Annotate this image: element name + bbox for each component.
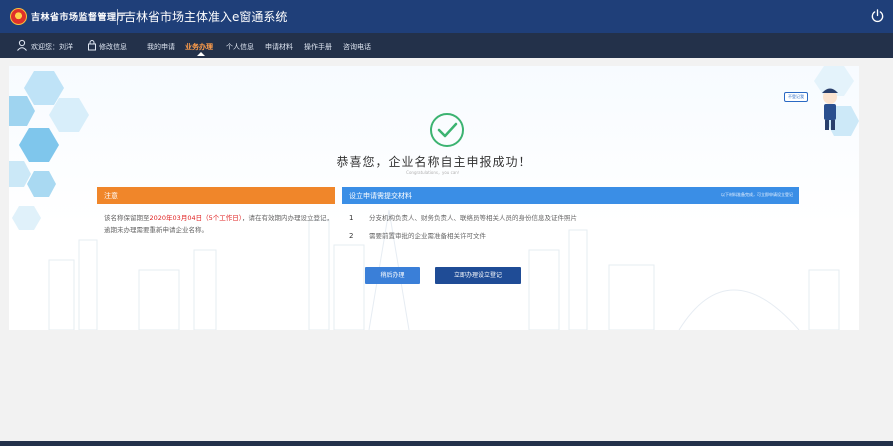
emblem-icon xyxy=(10,8,27,25)
list-item-text: 需要前置审批的企业需准备相关许可文件 xyxy=(369,232,486,240)
materials-heading-text: 设立申请需提交材料 xyxy=(349,192,412,200)
notice-text-before: 该名称保留期至 xyxy=(104,214,150,222)
mascot-tag: 不登记我 xyxy=(784,92,808,102)
list-item: 1 分支机构负责人、财务负责人、联络员等相关人员的身份信息及证件照片 xyxy=(349,212,577,222)
nav-materials[interactable]: 申请材料 xyxy=(265,42,293,52)
system-title: 吉林省市场主体准入e窗通系统 xyxy=(124,10,288,24)
nav-bar: 欢迎您：刘洋 修改信息 我的申请 业务办理 个人信息 申请材料 操作手册 咨询电… xyxy=(0,33,893,58)
nav-active-indicator xyxy=(197,52,205,56)
register-now-button[interactable]: 立即办理设立登记 xyxy=(435,267,521,284)
list-item: 2 需要前置审批的企业需准备相关许可文件 xyxy=(349,230,486,240)
result-card: 恭喜您，企业名称自主申报成功！ Congratulations，you can！… xyxy=(9,66,859,330)
header-divider xyxy=(117,9,118,25)
top-header: 吉林省市场监督管理厅 吉林省市场主体准入e窗通系统 xyxy=(0,0,893,33)
success-subtitle: Congratulations，you can！ xyxy=(406,170,462,175)
materials-heading: 设立申请需提交材料 以下材料准备完成，可立即申请设立登记 xyxy=(342,187,799,204)
materials-note: 以下材料准备完成，可立即申请设立登记 xyxy=(721,192,793,197)
mascot-illustration xyxy=(822,88,838,130)
welcome-text: 欢迎您：刘洋 xyxy=(31,43,73,51)
success-check-icon xyxy=(430,113,464,147)
notice-heading: 注意 xyxy=(97,187,335,204)
later-button[interactable]: 稍后办理 xyxy=(365,267,420,284)
lock-icon xyxy=(88,40,96,51)
nav-business[interactable]: 业务办理 xyxy=(185,42,213,52)
success-title: 恭喜您，企业名称自主申报成功！ xyxy=(336,155,532,169)
org-name: 吉林省市场监督管理厅 xyxy=(31,13,127,23)
bottom-bar xyxy=(0,441,893,446)
notice-deadline: 2020年03月04日（5个工作日） xyxy=(149,214,242,222)
nav-hotline[interactable]: 咨询电话 xyxy=(343,42,371,52)
nav-personal-info[interactable]: 个人信息 xyxy=(226,42,254,52)
list-item-text: 分支机构负责人、财务负责人、联络员等相关人员的身份信息及证件照片 xyxy=(369,214,577,222)
edit-info-link[interactable]: 修改信息 xyxy=(99,42,127,52)
user-icon xyxy=(17,39,27,51)
notice-body: 该名称保留期至2020年03月04日（5个工作日），请在有效期内办理设立登记，逾… xyxy=(104,212,334,236)
nav-manual[interactable]: 操作手册 xyxy=(304,42,332,52)
list-item-number: 2 xyxy=(349,232,354,240)
nav-my-applications[interactable]: 我的申请 xyxy=(147,42,175,52)
cityscape-background xyxy=(48,209,840,330)
power-icon[interactable] xyxy=(870,8,885,23)
list-item-number: 1 xyxy=(349,214,354,222)
